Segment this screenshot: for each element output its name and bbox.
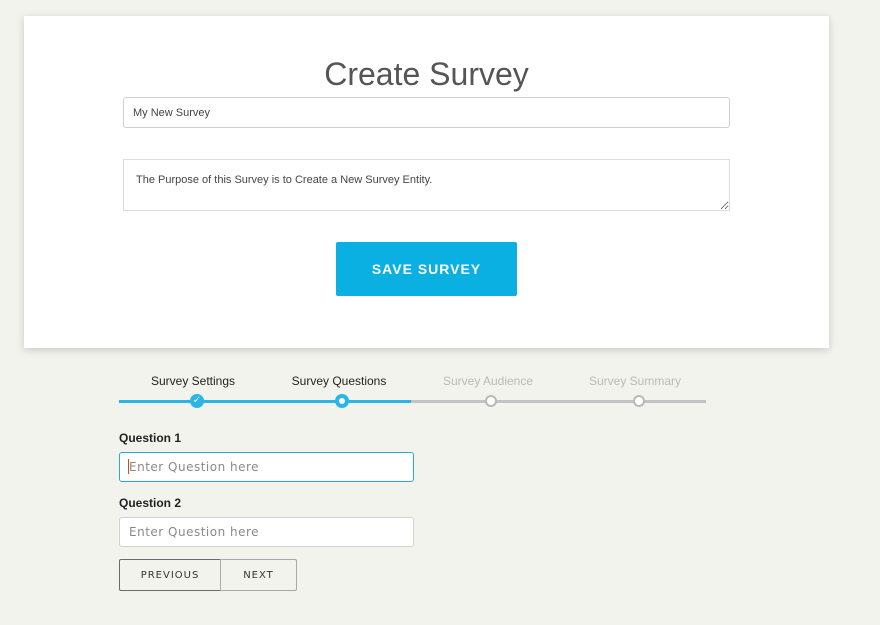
question-1-input[interactable] [119,452,414,482]
question-1-label: Question 1 [119,431,182,445]
empty-step-circle-icon [485,395,497,407]
empty-step-circle-icon [633,395,645,407]
survey-purpose-textarea[interactable]: The Purpose of this Survey is to Create … [123,159,730,211]
step-label-survey-settings[interactable]: Survey Settings [123,374,263,388]
question-2-label: Question 2 [119,496,182,510]
save-survey-button[interactable]: SAVE SURVEY [336,242,517,296]
page-title: Create Survey [324,56,529,92]
progress-track-complete [119,400,411,403]
next-button[interactable]: NEXT [220,559,297,591]
step-label-survey-questions[interactable]: Survey Questions [269,374,409,388]
create-survey-card: Create Survey The Purpose of this Survey… [24,16,829,348]
progress-track-remaining [411,400,706,403]
current-step-dot-icon[interactable] [335,394,349,408]
text-caret [128,459,129,474]
survey-name-input[interactable] [123,97,730,128]
previous-button[interactable]: PREVIOUS [119,559,221,591]
step-label-survey-audience: Survey Audience [442,374,534,388]
check-icon[interactable]: ✓ [190,394,204,408]
step-label-survey-summary: Survey Summary [588,374,682,388]
question-2-input[interactable] [119,517,414,547]
survey-progress-stepper: Survey Settings Survey Questions Survey … [119,374,709,414]
